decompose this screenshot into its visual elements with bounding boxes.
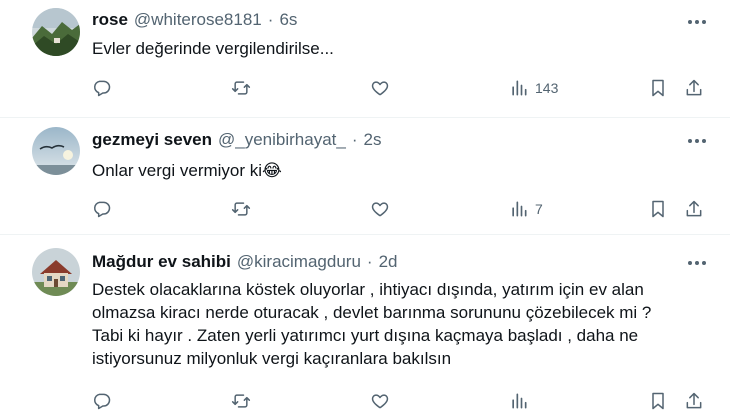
share-button[interactable]: [684, 197, 704, 221]
avatar[interactable]: [32, 127, 80, 175]
tweet-timestamp[interactable]: 6s: [279, 10, 297, 30]
avatar[interactable]: [32, 248, 80, 296]
tweet-timestamp[interactable]: 2s: [364, 130, 382, 150]
reply-button[interactable]: [92, 76, 112, 100]
tweet-feed: rose @whiterose8181 · 6s Evler değerinde…: [0, 0, 730, 420]
heart-icon: [371, 202, 389, 217]
views-count: 7: [535, 201, 543, 217]
author-handle[interactable]: @whiterose8181: [134, 10, 262, 30]
author-handle[interactable]: @_yenibirhayat_: [218, 130, 346, 150]
share-icon: [686, 200, 702, 217]
tweet-text-line: Tabi ki hayır . Zaten yerli yatırımcı yu…: [92, 326, 639, 345]
bird-sky-avatar-icon: [32, 127, 80, 175]
tweet-actions: [0, 389, 730, 413]
bookmark-icon: [652, 392, 664, 410]
like-button[interactable]: [370, 389, 390, 413]
tweet-text-line: olmazsa kiracı nerde oturacak , devlet b…: [92, 303, 652, 322]
reply-button[interactable]: [92, 389, 112, 413]
like-button[interactable]: [370, 76, 390, 100]
reply-icon: [94, 393, 111, 410]
author-name[interactable]: rose: [92, 10, 128, 30]
tweet[interactable]: rose @whiterose8181 · 6s Evler değerinde…: [0, 0, 730, 118]
share-button[interactable]: [684, 389, 704, 413]
retweet-button[interactable]: [231, 197, 251, 221]
separator-dot: ·: [351, 130, 358, 149]
tweet[interactable]: Mağdur ev sahibi @kiracimagduru · 2d Des…: [0, 235, 730, 420]
tweet-actions: 143: [0, 76, 730, 100]
separator-dot: ·: [366, 252, 373, 271]
bookmark-button[interactable]: [648, 76, 668, 100]
tweet[interactable]: gezmeyi seven @_yenibirhayat_ · 2s Onlar…: [0, 118, 730, 235]
share-button[interactable]: [684, 76, 704, 100]
author-name[interactable]: gezmeyi seven: [92, 130, 212, 150]
like-button[interactable]: [370, 197, 390, 221]
views-count: 143: [535, 80, 559, 96]
views-button[interactable]: 7: [509, 197, 543, 221]
views-chart-icon: [512, 80, 527, 96]
tweet-header: Mağdur ev sahibi @kiracimagduru · 2d: [92, 252, 398, 272]
reply-icon: [94, 201, 111, 218]
bookmark-button[interactable]: [648, 197, 668, 221]
separator-dot: ·: [267, 10, 274, 29]
laughing-emoji-icon: 😂: [262, 161, 282, 180]
tweet-header: gezmeyi seven @_yenibirhayat_ · 2s: [92, 130, 382, 150]
tweet-timestamp[interactable]: 2d: [379, 252, 398, 272]
bookmark-button[interactable]: [648, 389, 668, 413]
retweet-button[interactable]: [231, 76, 251, 100]
house-avatar-icon: [32, 248, 80, 296]
share-icon: [686, 392, 702, 409]
heart-icon: [371, 81, 389, 96]
more-options-icon[interactable]: [686, 253, 708, 273]
retweet-icon: [231, 81, 251, 95]
tweet-text: Destek olacaklarına köstek oluyorlar , i…: [92, 278, 712, 370]
tweet-text-line: Evler değerinde vergilendirilse...: [92, 39, 334, 58]
views-chart-icon: [512, 393, 527, 409]
avatar[interactable]: [32, 8, 80, 56]
tweet-text-line: Destek olacaklarına köstek oluyorlar , i…: [92, 280, 644, 299]
reply-button[interactable]: [92, 197, 112, 221]
reply-icon: [94, 80, 111, 97]
more-options-icon[interactable]: [686, 12, 708, 32]
more-options-icon[interactable]: [686, 131, 708, 151]
views-button[interactable]: 143: [509, 76, 558, 100]
share-icon: [686, 79, 702, 96]
author-name[interactable]: Mağdur ev sahibi: [92, 252, 231, 272]
tweet-actions: 7: [0, 197, 730, 221]
bookmark-icon: [652, 200, 664, 218]
author-handle[interactable]: @kiracimagduru: [237, 252, 361, 272]
forest-mountain-avatar-icon: [32, 8, 80, 56]
views-chart-icon: [512, 201, 527, 217]
heart-icon: [371, 394, 389, 409]
retweet-icon: [231, 202, 251, 216]
tweet-text: Evler değerinde vergilendirilse...: [92, 37, 712, 60]
tweet-header: rose @whiterose8181 · 6s: [92, 10, 297, 30]
tweet-text: Onlar vergi vermiyor ki😂: [92, 159, 712, 182]
bookmark-icon: [652, 79, 664, 97]
retweet-icon: [231, 394, 251, 408]
views-button[interactable]: [509, 389, 535, 413]
tweet-text-line: Onlar vergi vermiyor ki: [92, 161, 263, 180]
retweet-button[interactable]: [231, 389, 251, 413]
tweet-text-line: istiyorsunuz milyonluk vergi kaçıranlara…: [92, 349, 452, 368]
